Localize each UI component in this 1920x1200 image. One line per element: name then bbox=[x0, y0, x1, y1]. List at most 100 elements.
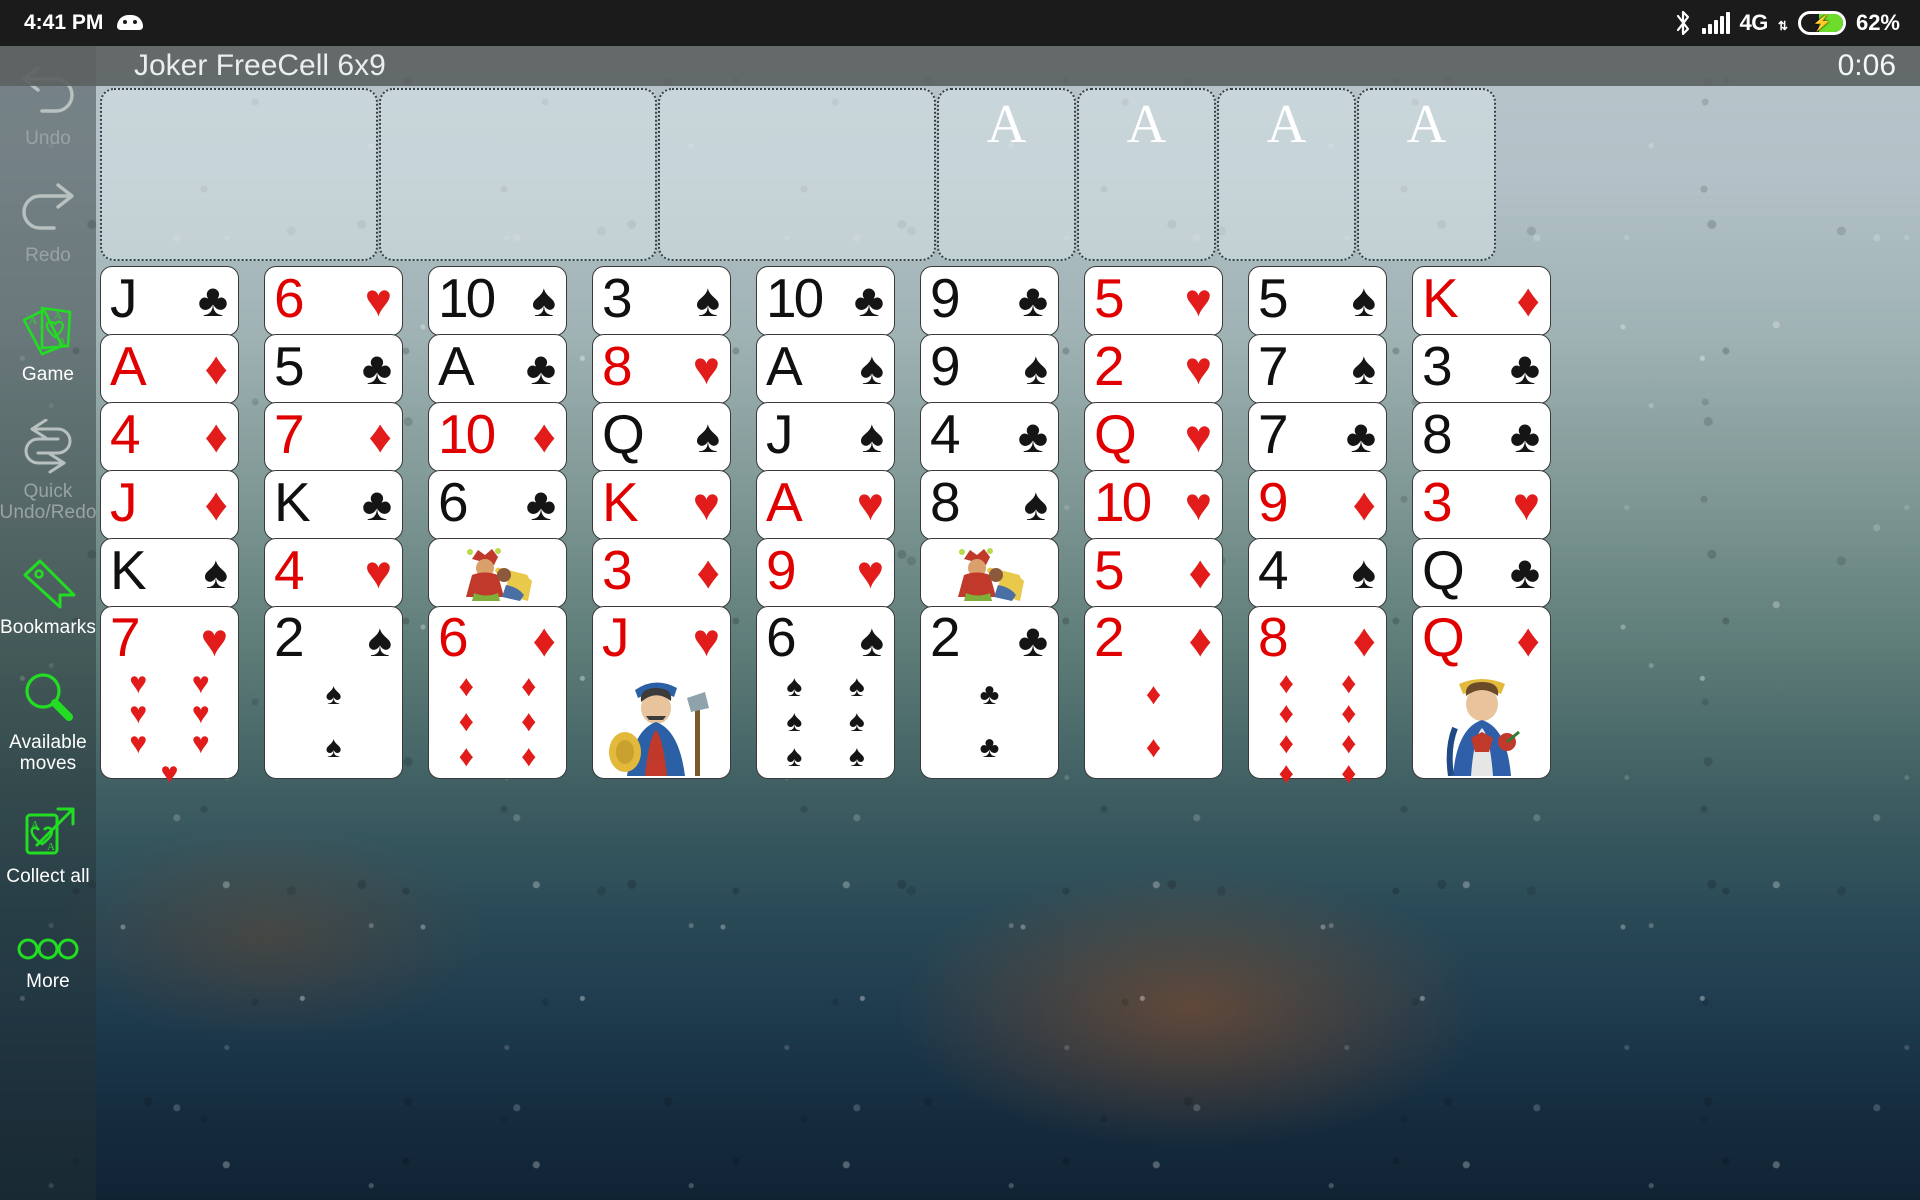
sidebar-item-quick-undo-redo[interactable]: Quick Undo/Redo bbox=[0, 415, 96, 523]
card-rank: Q bbox=[1094, 401, 1134, 467]
tableau-column[interactable]: J♣A♦4♦J♦K♠7♥♥♥♥♥♥♥♥ bbox=[100, 266, 263, 779]
game-board: AAAA J♣A♦4♦J♦K♠7♥♥♥♥♥♥♥♥6♥5♣7♦K♣4♥2♠♠♠10… bbox=[96, 86, 1920, 1200]
playing-card[interactable]: 6♠♠♠♠♠♠♠ bbox=[756, 606, 895, 779]
playing-card[interactable]: 2♦♦♦ bbox=[1084, 606, 1223, 779]
playing-card[interactable]: 4♦ bbox=[100, 402, 239, 472]
card-pip: ♦ bbox=[1279, 729, 1294, 759]
playing-card[interactable]: 2♥ bbox=[1084, 334, 1223, 404]
playing-card[interactable]: 6♥ bbox=[264, 266, 403, 336]
foundation-slot[interactable]: A bbox=[1357, 88, 1496, 261]
playing-card[interactable]: K♥ bbox=[592, 470, 731, 540]
card-pip: ♠ bbox=[849, 672, 865, 702]
playing-card[interactable]: 9♠ bbox=[920, 334, 1059, 404]
playing-card[interactable]: Q♠ bbox=[592, 402, 731, 472]
card-suit: ♦ bbox=[205, 411, 228, 461]
tableau-column[interactable]: 10♣A♠J♠A♥9♥6♠♠♠♠♠♠♠ bbox=[756, 266, 919, 779]
card-pip: ♠ bbox=[786, 707, 802, 737]
playing-card[interactable]: 7♠ bbox=[1248, 334, 1387, 404]
playing-card[interactable]: 5♠ bbox=[1248, 266, 1387, 336]
playing-card[interactable]: 3♣ bbox=[1412, 334, 1551, 404]
card-rank: 10 bbox=[438, 401, 493, 467]
tableau-column[interactable]: 3♠8♥Q♠K♥3♦J♥ bbox=[592, 266, 755, 779]
playing-card[interactable]: 7♦ bbox=[264, 402, 403, 472]
tableau-column[interactable]: 9♣9♠4♣8♠ 2♣♣♣ bbox=[920, 266, 1083, 779]
sidebar-item-label: Bookmarks bbox=[0, 617, 96, 638]
card-pip: ♦ bbox=[1341, 669, 1356, 699]
card-suit: ♣ bbox=[1510, 343, 1540, 393]
playing-card[interactable]: 6♣ bbox=[428, 470, 567, 540]
playing-card[interactable]: 4♠ bbox=[1248, 538, 1387, 608]
playing-card[interactable]: Q♣ bbox=[1412, 538, 1551, 608]
card-rank: 6 bbox=[438, 604, 466, 670]
playing-card[interactable]: 5♣ bbox=[264, 334, 403, 404]
android-status-bar: 4:41 PM 4G ⇅ ⚡ 62% bbox=[0, 0, 1920, 46]
playing-card[interactable]: 5♦ bbox=[1084, 538, 1223, 608]
playing-card[interactable]: 8♠ bbox=[920, 470, 1059, 540]
playing-card[interactable]: 3♥ bbox=[1412, 470, 1551, 540]
card-rank: Q bbox=[1422, 604, 1462, 670]
playing-card[interactable]: A♣ bbox=[428, 334, 567, 404]
playing-card[interactable]: 3♠ bbox=[592, 266, 731, 336]
tableau-column[interactable]: 5♥2♥Q♥10♥5♦2♦♦♦ bbox=[1084, 266, 1247, 779]
playing-card[interactable]: 9♦ bbox=[1248, 470, 1387, 540]
playing-card[interactable]: 10♣ bbox=[756, 266, 895, 336]
foundation-slot[interactable]: A bbox=[1217, 88, 1356, 261]
playing-card[interactable]: 7♣ bbox=[1248, 402, 1387, 472]
playing-card[interactable]: 8♦♦♦♦♦♦♦♦♦ bbox=[1248, 606, 1387, 779]
playing-card[interactable]: 10♠ bbox=[428, 266, 567, 336]
playing-card[interactable]: K♦ bbox=[1412, 266, 1551, 336]
playing-card[interactable]: J♠ bbox=[756, 402, 895, 472]
playing-card[interactable]: 8♣ bbox=[1412, 402, 1551, 472]
playing-card[interactable]: 2♣♣♣ bbox=[920, 606, 1059, 779]
playing-card[interactable]: J♣ bbox=[100, 266, 239, 336]
playing-card[interactable] bbox=[428, 538, 567, 608]
playing-card[interactable]: K♣ bbox=[264, 470, 403, 540]
foundation-placeholder: A bbox=[1267, 96, 1307, 151]
playing-card[interactable]: 4♣ bbox=[920, 402, 1059, 472]
card-rank: 6 bbox=[274, 265, 302, 331]
card-pip: ♠ bbox=[849, 742, 865, 772]
playing-card[interactable]: 9♣ bbox=[920, 266, 1059, 336]
playing-card[interactable]: 9♥ bbox=[756, 538, 895, 608]
tableau-column[interactable]: K♦3♣8♣3♥Q♣Q♦ bbox=[1412, 266, 1575, 779]
playing-card[interactable]: K♠ bbox=[100, 538, 239, 608]
sidebar-item-bookmarks[interactable]: Bookmarks bbox=[0, 551, 96, 638]
card-rank: 9 bbox=[1258, 469, 1286, 535]
svg-text:A: A bbox=[54, 310, 62, 322]
card-rank: 10 bbox=[438, 265, 493, 331]
sidebar-item-more[interactable]: More bbox=[0, 929, 96, 992]
card-rank: 5 bbox=[1094, 537, 1122, 603]
playing-card[interactable]: 10♥ bbox=[1084, 470, 1223, 540]
playing-card[interactable]: A♦ bbox=[100, 334, 239, 404]
playing-card[interactable]: 10♦ bbox=[428, 402, 567, 472]
playing-card[interactable]: 5♥ bbox=[1084, 266, 1223, 336]
foundation-slot[interactable]: A bbox=[1077, 88, 1216, 261]
card-rank: 5 bbox=[1094, 265, 1122, 331]
free-cell-slot[interactable] bbox=[658, 88, 936, 261]
sidebar-item-game[interactable]: A A A Game bbox=[0, 298, 96, 385]
playing-card[interactable]: Q♥ bbox=[1084, 402, 1223, 472]
free-cell-slot[interactable] bbox=[100, 88, 378, 261]
playing-card[interactable]: 2♠♠♠ bbox=[264, 606, 403, 779]
tableau-column[interactable]: 5♠7♠7♣9♦4♠8♦♦♦♦♦♦♦♦♦ bbox=[1248, 266, 1411, 779]
foundation-slot[interactable]: A bbox=[937, 88, 1076, 261]
free-cell-slot[interactable] bbox=[379, 88, 657, 261]
playing-card[interactable]: J♦ bbox=[100, 470, 239, 540]
playing-card[interactable]: J♥ bbox=[592, 606, 731, 779]
sidebar-item-collect-all[interactable]: A A Collect all bbox=[0, 800, 96, 887]
card-rank: A bbox=[438, 333, 472, 399]
playing-card[interactable]: 3♦ bbox=[592, 538, 731, 608]
playing-card[interactable]: A♠ bbox=[756, 334, 895, 404]
playing-card[interactable]: 8♥ bbox=[592, 334, 731, 404]
playing-card[interactable]: 4♥ bbox=[264, 538, 403, 608]
playing-card[interactable] bbox=[920, 538, 1059, 608]
playing-card[interactable]: Q♦ bbox=[1412, 606, 1551, 779]
tableau-column[interactable]: 10♠A♣10♦6♣ 6♦♦♦♦♦♦♦ bbox=[428, 266, 591, 779]
card-suit: ♠ bbox=[204, 547, 228, 597]
sidebar-item-redo[interactable]: Redo bbox=[0, 179, 96, 266]
playing-card[interactable]: 6♦♦♦♦♦♦♦ bbox=[428, 606, 567, 779]
playing-card[interactable]: 7♥♥♥♥♥♥♥♥ bbox=[100, 606, 239, 779]
playing-card[interactable]: A♥ bbox=[756, 470, 895, 540]
tableau-column[interactable]: 6♥5♣7♦K♣4♥2♠♠♠ bbox=[264, 266, 427, 779]
sidebar-item-available-moves[interactable]: Available moves bbox=[0, 666, 96, 774]
